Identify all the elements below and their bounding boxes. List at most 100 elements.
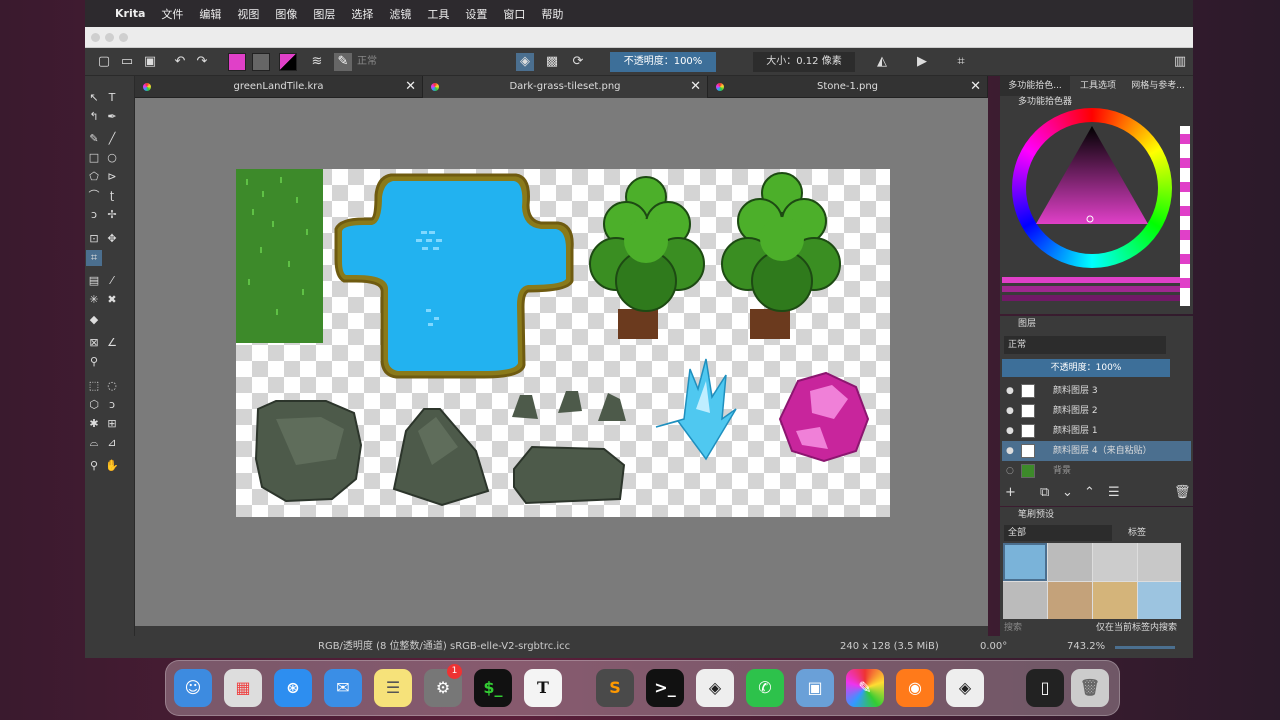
fill-tool-icon[interactable]: ◆ [86, 312, 102, 328]
minimize-window-button[interactable] [105, 33, 114, 42]
menu-view[interactable]: 视图 [237, 6, 259, 22]
safari-icon[interactable]: ⊛ [274, 669, 312, 707]
layer-row[interactable]: ○ 背景 [1002, 461, 1191, 481]
freehand-select-icon[interactable]: ↄ [104, 397, 120, 413]
tab-color-selector[interactable]: 多功能拾色... [1000, 76, 1070, 96]
open-folder-icon[interactable]: ▭ [118, 53, 136, 71]
blend-mode-select[interactable]: 正常 [357, 52, 507, 72]
select-shapes-icon[interactable]: ↖ [86, 90, 102, 106]
brush-preset-tile[interactable] [1003, 582, 1047, 619]
ellipse-tool-icon[interactable]: ○ [104, 150, 120, 166]
move-up-icon[interactable]: ⌃ [1084, 485, 1095, 500]
crop-icon[interactable]: ⌗ [952, 53, 970, 71]
mail-icon[interactable]: ✉ [324, 669, 362, 707]
menu-help[interactable]: 帮助 [541, 6, 563, 22]
brush-preset-tile[interactable] [1138, 543, 1181, 581]
tab-tool-options[interactable]: 工具选项 [1072, 76, 1124, 96]
brush-preset-tile[interactable] [1003, 543, 1047, 581]
eraser-mode-icon[interactable]: ◈ [516, 53, 534, 71]
rectangle-tool-icon[interactable]: □ [86, 150, 102, 166]
ellipse-select-icon[interactable]: ◌ [104, 378, 120, 394]
brush-tool-icon[interactable]: ✎ [86, 131, 102, 147]
typora-icon[interactable]: T [524, 669, 562, 707]
menu-image[interactable]: 图像 [275, 6, 297, 22]
move-tool-icon[interactable]: ✥ [104, 231, 120, 247]
save-icon[interactable]: ▣ [141, 53, 159, 71]
visibility-eye-icon[interactable]: ● [1006, 401, 1014, 421]
document-image[interactable] [236, 169, 890, 517]
canvas-area[interactable] [135, 98, 988, 626]
magnetic-select-icon[interactable]: ⊿ [104, 435, 120, 451]
mirror-horizontal-icon[interactable]: ◭ [873, 53, 891, 71]
launchpad-icon[interactable]: ▦ [224, 669, 262, 707]
move-down-icon[interactable]: ⌄ [1062, 485, 1073, 500]
brush-preset-tile[interactable] [1138, 582, 1181, 619]
new-document-icon[interactable]: ▢ [95, 53, 113, 71]
unity-icon[interactable]: ◈ [696, 669, 734, 707]
gradient-tool-icon[interactable]: ▤ [86, 273, 102, 289]
brush-preset-grid[interactable] [1003, 543, 1181, 619]
brush-preset-icon[interactable]: ✎ [334, 53, 352, 71]
krita-dock-icon[interactable]: ✎ [846, 669, 884, 707]
menu-edit[interactable]: 编辑 [199, 6, 221, 22]
zoom-status[interactable]: 743.2% [1067, 636, 1105, 658]
assistant-tool-icon[interactable]: ✖ [104, 292, 120, 308]
tab-stone[interactable]: Stone-1.png ✕ [708, 76, 988, 98]
assistant-tool-2-icon[interactable]: ⊠ [86, 335, 102, 351]
text-tool-icon[interactable]: T [104, 90, 120, 106]
layer-row[interactable]: ● 颜料图层 1 [1002, 421, 1191, 441]
preview-icon[interactable]: ▣ [796, 669, 834, 707]
dynamic-brush-icon[interactable]: ↄ [86, 207, 102, 223]
close-tab-icon[interactable]: ✕ [690, 76, 701, 98]
close-tab-icon[interactable]: ✕ [405, 76, 416, 98]
bezier-tool-icon[interactable]: ⌒ [86, 188, 102, 204]
menu-filter[interactable]: 滤镜 [389, 6, 411, 22]
brush-filter-select[interactable]: 全部 [1004, 525, 1112, 541]
menu-layer[interactable]: 图层 [313, 6, 335, 22]
brush-preset-tile[interactable] [1048, 582, 1092, 619]
close-tab-icon[interactable]: ✕ [970, 76, 981, 98]
redo-icon[interactable]: ↷ [193, 53, 211, 71]
delete-layer-icon[interactable]: 🗑 [1174, 485, 1191, 500]
unity-hub-icon[interactable]: ◈ [946, 669, 984, 707]
tab-dark-grass[interactable]: Dark-grass-tileset.png ✕ [423, 76, 708, 98]
wechat-icon[interactable]: ✆ [746, 669, 784, 707]
layer-properties-icon[interactable]: ☰ [1108, 485, 1120, 500]
firefox-icon[interactable]: ◉ [896, 669, 934, 707]
layer-opacity-slider[interactable]: 不透明度：100% [1002, 359, 1170, 377]
polygon-tool-icon[interactable]: ⬠ [86, 169, 102, 185]
menu-tools[interactable]: 工具 [427, 6, 449, 22]
tag-button[interactable]: 标签 [1128, 525, 1146, 541]
layer-row[interactable]: ● 颜料图层 2 [1002, 401, 1191, 421]
multibrush-icon[interactable]: ✢ [104, 207, 120, 223]
brush-search-input[interactable]: 搜索 [1004, 620, 1022, 633]
fg-bg-color-swatch[interactable] [279, 53, 297, 71]
layer-blend-select[interactable]: 正常 [1004, 336, 1166, 354]
horizontal-scrollbar[interactable] [135, 626, 988, 636]
pan-tool-icon[interactable]: ✋ [104, 458, 120, 474]
sublime-icon[interactable]: S [596, 669, 634, 707]
visibility-eye-icon[interactable]: ○ [1006, 461, 1014, 481]
pattern-swatch[interactable] [252, 53, 270, 71]
app-menu[interactable]: Krita [115, 7, 145, 20]
trash-icon[interactable]: 🗑 [1071, 669, 1109, 707]
brush-size-slider[interactable]: 大小：0.12 像素 [753, 52, 855, 72]
rotation-status[interactable]: 0.00° [980, 636, 1007, 658]
reload-preset-icon[interactable]: ⟳ [569, 53, 587, 71]
layer-row[interactable]: ● 颜料图层 3 [1002, 381, 1191, 401]
add-layer-icon[interactable]: + [1005, 485, 1016, 500]
layer-row-selected[interactable]: ● 颜料图层 4（来自粘贴） [1002, 441, 1191, 461]
reference-tool-icon[interactable]: ⚲ [86, 354, 102, 370]
finder-icon[interactable]: ☺ [174, 669, 212, 707]
line-tool-icon[interactable]: ╱ [104, 131, 120, 147]
smart-patch-icon[interactable]: ✳ [86, 292, 102, 308]
visibility-eye-icon[interactable]: ● [1006, 421, 1014, 441]
brush-settings-icon[interactable]: ≋ [308, 53, 326, 71]
polygon-select-icon[interactable]: ⬡ [86, 397, 102, 413]
close-window-button[interactable] [91, 33, 100, 42]
undo-icon[interactable]: ↶ [171, 53, 189, 71]
iterm-icon[interactable]: >_ [646, 669, 684, 707]
tab-grid-reference[interactable]: 网格与参考... [1128, 76, 1188, 96]
downloads-stack-icon[interactable]: ▯ [1026, 669, 1064, 707]
color-wheel[interactable] [1000, 106, 1193, 316]
